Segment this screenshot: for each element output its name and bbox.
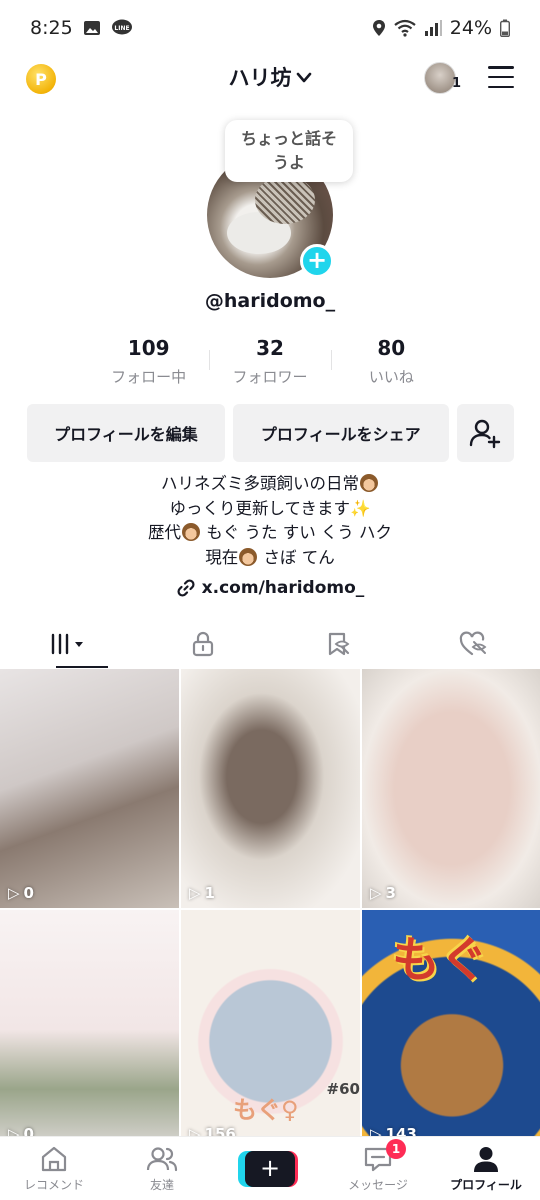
video-grid: ▷ 0 ▷ 1 ▷ 3 ▷ 0 もぐ♀ #60 ▷ 156 もぐ ▷ 143 <box>0 669 540 1149</box>
hedgehog-emoji-icon <box>182 523 201 541</box>
page-title: ハリ坊 <box>228 66 292 90</box>
video-thumbnail[interactable]: ▷ 0 <box>0 669 179 908</box>
nav-profile-label: プロフィール <box>450 1178 522 1192</box>
accounts-count: 1 <box>452 76 462 91</box>
profile-bio: ハリネズミ多頭飼いの日常 ゆっくり更新してきます✨ 歴代 もぐ うた すい くう… <box>0 472 540 570</box>
line-app-icon: LINE <box>111 19 133 37</box>
profile-stats: 109 フォロー中 32 フォロワー 80 いいね <box>88 336 452 387</box>
svg-text:LINE: LINE <box>114 25 129 32</box>
video-thumbnail[interactable]: もぐ ▷ 143 <box>362 910 540 1149</box>
battery-percent: 24% <box>449 17 492 39</box>
view-count: ▷ 0 <box>8 884 34 902</box>
stat-likes-value: 80 <box>377 336 406 360</box>
profile-link[interactable]: x.com/haridomo_ <box>0 578 540 598</box>
play-icon: ▷ <box>189 884 201 902</box>
nav-inbox-label: メッセージ <box>348 1178 408 1192</box>
nav-home[interactable]: レコメンド <box>0 1137 108 1200</box>
chevron-down-icon <box>296 65 312 89</box>
wifi-icon <box>394 19 416 37</box>
create-button[interactable]: + <box>238 1151 298 1187</box>
top-nav: P ハリ坊 1 <box>0 56 540 102</box>
bottom-nav: レコメンド 友達 + 1 メッセージ プロフィール <box>0 1136 540 1200</box>
add-friend-button[interactable] <box>456 404 514 462</box>
share-profile-button[interactable]: プロフィールをシェア <box>232 404 449 462</box>
tab-videos[interactable] <box>0 620 135 668</box>
plus-icon: + <box>245 1151 295 1187</box>
friends-icon <box>146 1147 178 1172</box>
tab-liked[interactable] <box>405 620 540 668</box>
video-thumbnail[interactable]: ▷ 3 <box>362 669 540 908</box>
bubble-text-line2: うよ <box>272 153 305 172</box>
view-count: ▷ 3 <box>370 884 396 902</box>
edit-profile-button[interactable]: プロフィールを編集 <box>27 404 225 462</box>
nav-home-label: レコメンド <box>23 1178 84 1192</box>
stat-following[interactable]: 109 フォロー中 <box>88 336 209 387</box>
nav-friends[interactable]: 友達 <box>108 1137 216 1200</box>
status-time: 8:25 <box>30 17 73 39</box>
inbox-badge: 1 <box>386 1139 406 1159</box>
play-icon: ▷ <box>370 884 382 902</box>
video-thumbnail[interactable]: ▷ 1 <box>181 669 360 908</box>
profile-actions: プロフィールを編集 プロフィールをシェア <box>27 404 514 462</box>
stat-followers[interactable]: 32 フォロワー <box>209 336 330 387</box>
nav-profile[interactable]: プロフィール <box>432 1137 540 1200</box>
view-count: ▷ 1 <box>189 884 215 902</box>
thumbnail-number: #60 <box>326 1080 360 1098</box>
stat-following-label: フォロー中 <box>111 368 187 386</box>
video-thumbnail[interactable]: ▷ 0 <box>0 910 179 1149</box>
add-user-icon <box>470 419 501 449</box>
menu-icon[interactable] <box>488 66 514 88</box>
video-thumbnail[interactable]: もぐ♀ #60 ▷ 156 <box>181 910 360 1149</box>
lock-icon <box>192 631 213 657</box>
bio-line4: 現在 <box>205 547 239 567</box>
home-icon <box>41 1146 67 1172</box>
bio-line2: ゆっくり更新してきます <box>169 498 350 518</box>
bio-line3-names: もぐ うた すい くう ハク <box>201 523 392 542</box>
stat-likes[interactable]: 80 いいね <box>330 336 452 387</box>
tab-reposts[interactable] <box>270 620 405 668</box>
profile-icon <box>474 1147 498 1172</box>
play-icon: ▷ <box>8 884 20 902</box>
stat-followers-value: 32 <box>256 336 284 360</box>
signal-icon <box>424 19 442 37</box>
heart-hidden-icon <box>459 631 486 656</box>
location-icon <box>372 19 386 37</box>
stat-likes-label: いいね <box>368 368 414 386</box>
battery-icon <box>500 19 510 37</box>
profile-link-text: x.com/haridomo_ <box>201 578 365 598</box>
profile-handle: @haridomo_ <box>204 290 336 312</box>
grid-icon <box>51 633 83 655</box>
add-avatar-button[interactable]: + <box>300 244 334 278</box>
gallery-icon <box>83 19 101 37</box>
sparkles-emoji-icon: ✨ <box>349 498 371 518</box>
bio-line3: 歴代 <box>148 523 182 542</box>
bubble-text-line1: ちょっと話そ <box>240 129 337 148</box>
bio-line4-names: さぼ てん <box>258 547 335 567</box>
stat-following-value: 109 <box>127 336 170 360</box>
stat-followers-label: フォロワー <box>232 368 308 386</box>
nav-inbox[interactable]: 1 メッセージ <box>324 1137 432 1200</box>
hedgehog-emoji-icon <box>239 547 258 566</box>
tab-private[interactable] <box>135 620 270 668</box>
thumbnail-caption: もぐ♀ <box>233 1096 299 1124</box>
nav-create[interactable]: + <box>216 1137 324 1200</box>
nav-friends-label: 友達 <box>149 1178 174 1192</box>
thumbnail-caption: もぐ <box>392 932 489 988</box>
bookmark-hidden-icon <box>328 632 349 656</box>
content-tabs <box>0 620 540 668</box>
note-bubble[interactable]: ちょっと話そ うよ <box>225 120 353 182</box>
hedgehog-emoji-icon <box>360 474 378 492</box>
status-bar: 8:25 LINE 24% <box>0 0 540 56</box>
link-icon <box>177 579 195 597</box>
bio-line1: ハリネズミ多頭飼いの日常 <box>161 474 359 493</box>
